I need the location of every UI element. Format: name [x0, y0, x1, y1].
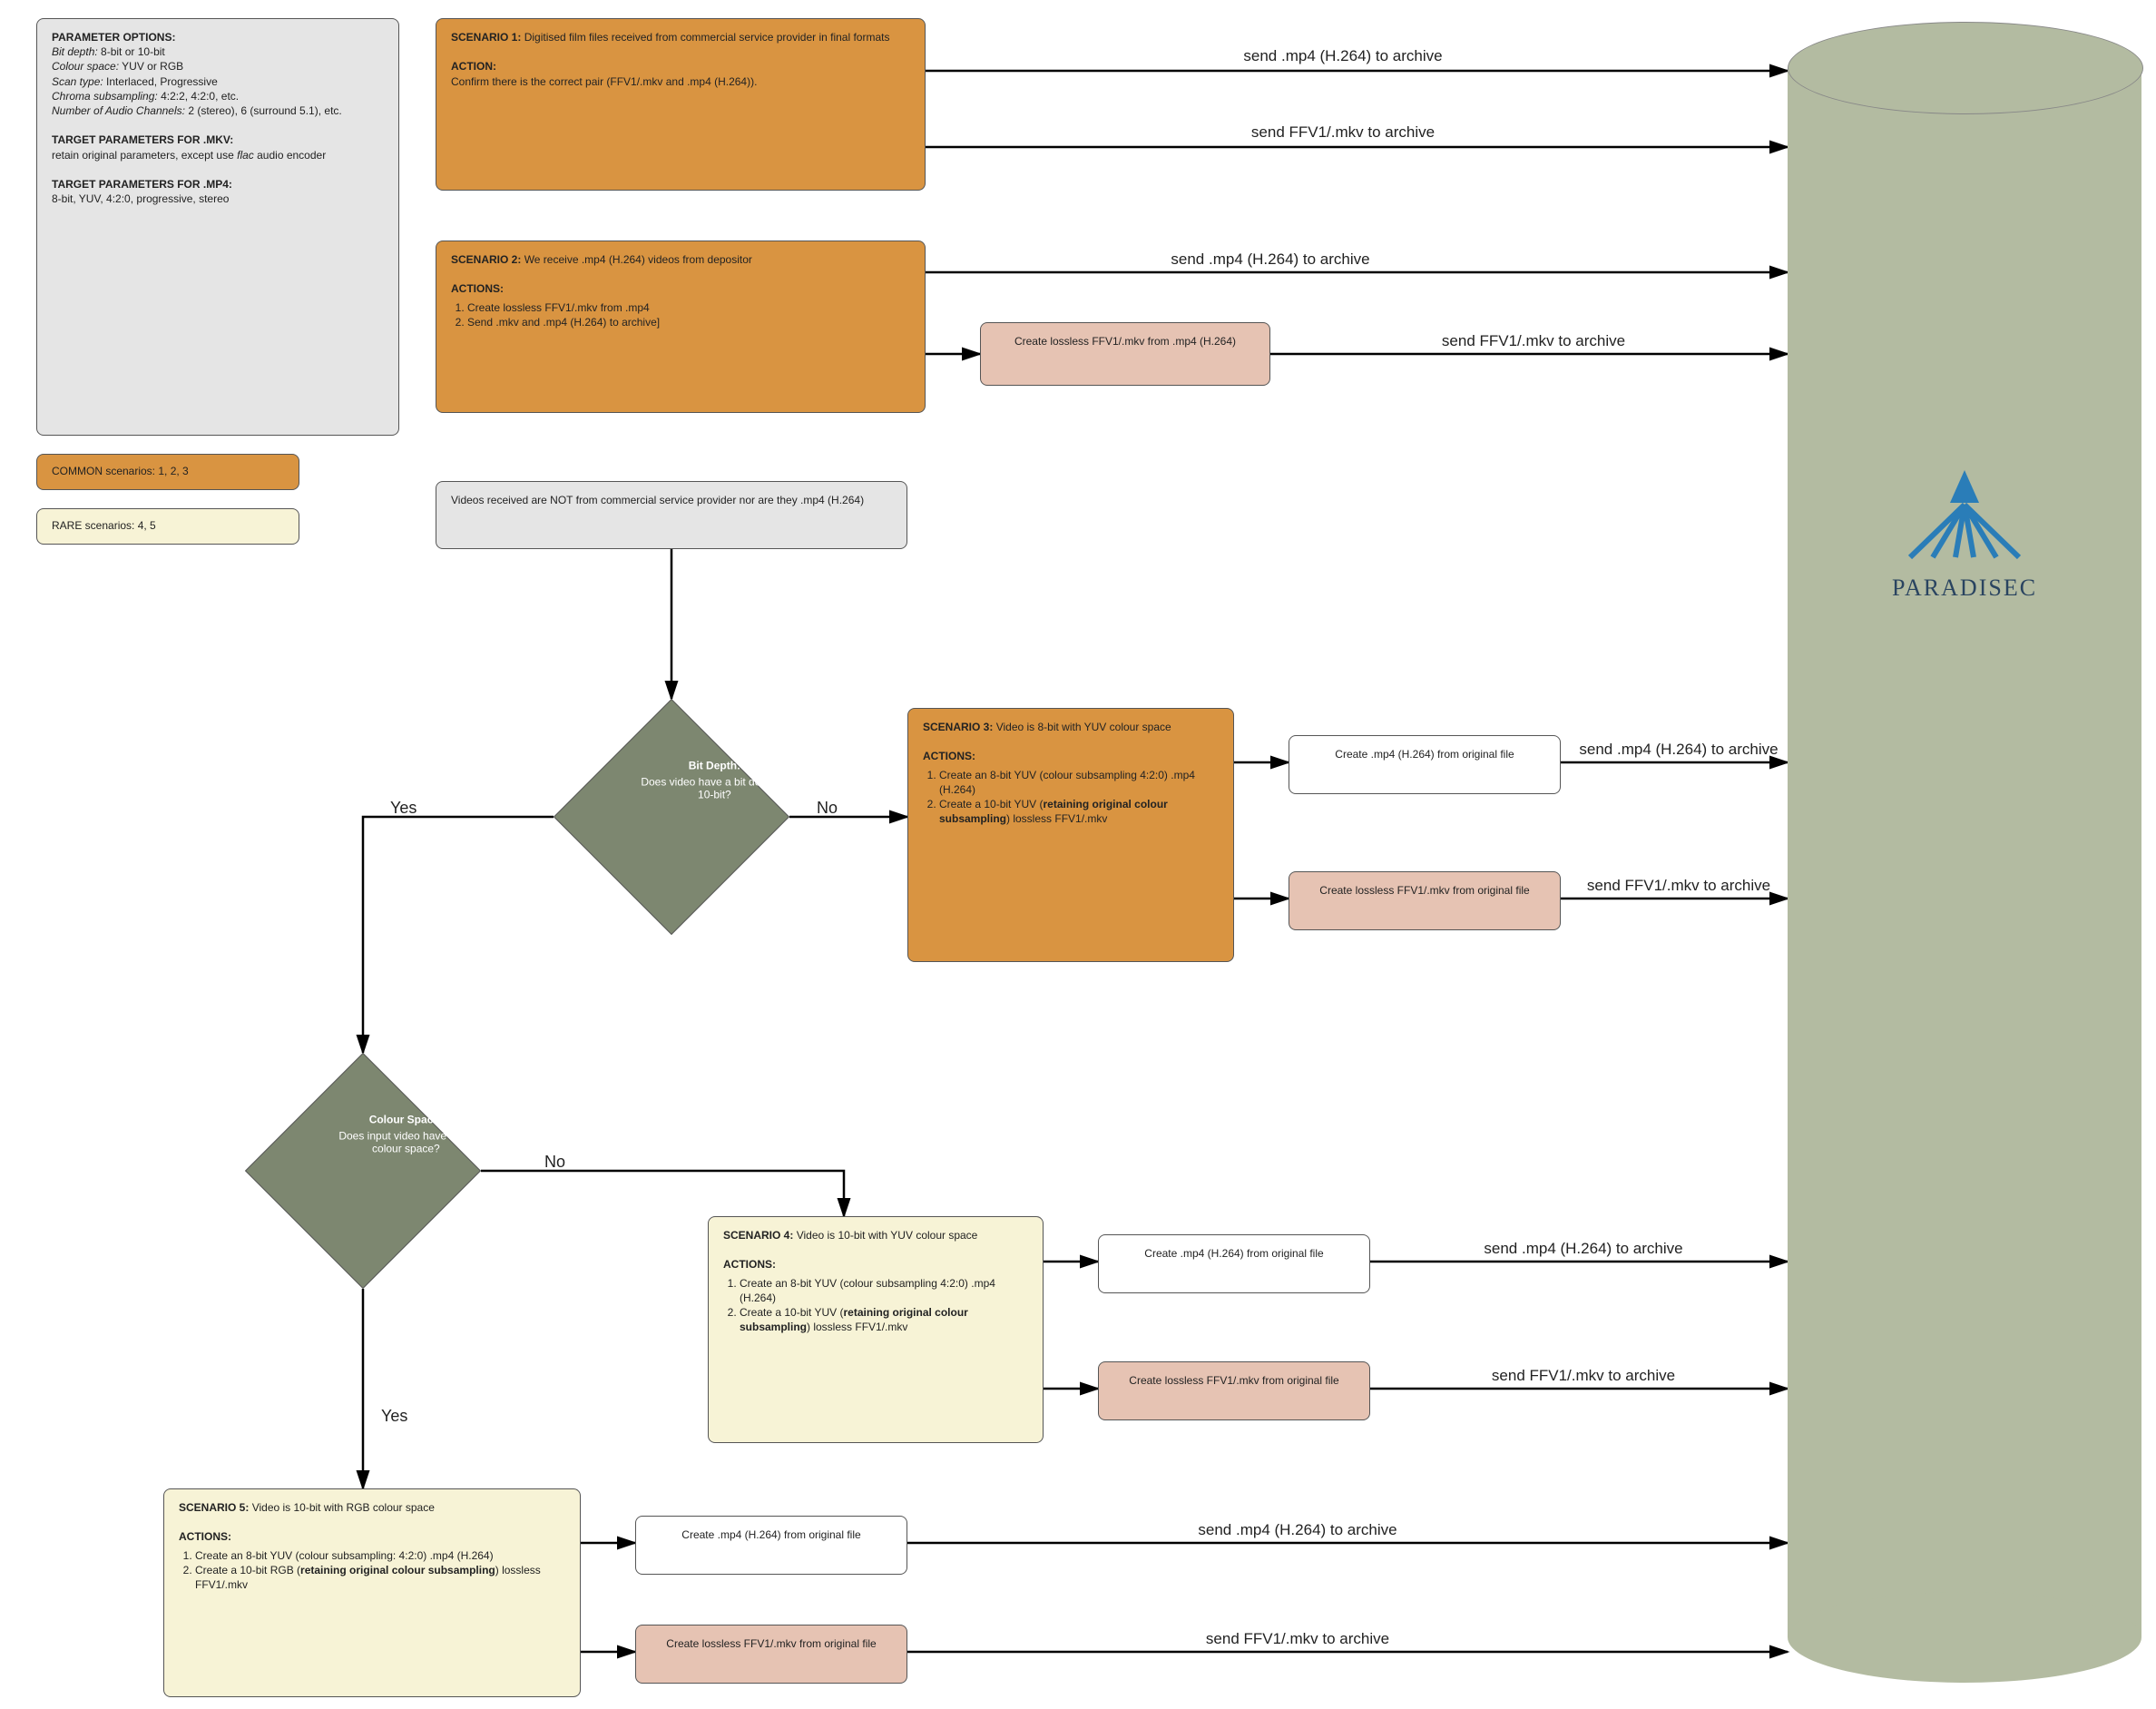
s2-out-mkv: send FFV1/.mkv to archive	[1325, 332, 1742, 350]
parameter-options-heading: PARAMETER OPTIONS:	[52, 30, 384, 44]
decision-colour-space-title: Colour Space:	[324, 1114, 487, 1126]
scenario-3-condition: Video is 8-bit with YUV colour space	[996, 721, 1171, 733]
target-mkv-heading: TARGET PARAMETERS FOR .MKV:	[52, 133, 384, 147]
opt-bitdepth-value: 8-bit or 10-bit	[101, 45, 165, 58]
legend-common: COMMON scenarios: 1, 2, 3	[36, 454, 299, 490]
opt-scantype-label: Scan type:	[52, 75, 103, 88]
scenario-2: SCENARIO 2: We receive .mp4 (H.264) vide…	[436, 241, 926, 413]
scenario-3: SCENARIO 3: Video is 8-bit with YUV colo…	[907, 708, 1234, 962]
scenario-3-substep-mp4: Create .mp4 (H.264) from original file	[1289, 735, 1561, 794]
scenario-1-title: SCENARIO 1:	[451, 31, 521, 44]
scenario-1-action-heading: ACTION:	[451, 59, 910, 74]
opt-scantype-value: Interlaced, Progressive	[106, 75, 218, 88]
scenario-5-action-heading: ACTIONS:	[179, 1529, 565, 1544]
scenario-4: SCENARIO 4: Video is 10-bit with YUV col…	[708, 1216, 1044, 1443]
scenario-2-action-2: Send .mkv and .mp4 (H.264) to archive]	[467, 315, 910, 329]
opt-audiochan-label: Number of Audio Channels:	[52, 104, 185, 117]
scenario-2-condition: We receive .mp4 (H.264) videos from depo…	[524, 253, 752, 266]
colour-space-yes-label: Yes	[381, 1407, 407, 1426]
s4-out-mkv: send FFV1/.mkv to archive	[1379, 1367, 1788, 1385]
scenario-4-action-2: Create a 10-bit YUV (retaining original …	[740, 1305, 1028, 1334]
scenario-2-title: SCENARIO 2:	[451, 253, 521, 266]
scenario-4-substep-mp4: Create .mp4 (H.264) from original file	[1098, 1234, 1370, 1293]
decision-bit-depth-title: Bit Depth:	[632, 760, 796, 772]
target-mkv-text: retain original parameters, except use f…	[52, 148, 384, 162]
opt-colourspace-label: Colour space:	[52, 60, 119, 73]
bit-depth-no-label: No	[817, 799, 838, 818]
scenario-4-action-heading: ACTIONS:	[723, 1257, 1028, 1272]
scenario-1-action-text: Confirm there is the correct pair (FFV1/…	[451, 74, 910, 89]
scenario-4-condition: Video is 10-bit with YUV colour space	[797, 1229, 978, 1242]
archive-cylinder: PARADISEC	[1788, 22, 2141, 1683]
s3-out-mkv: send FFV1/.mkv to archive	[1561, 877, 1797, 895]
opt-chroma-label: Chroma subsampling:	[52, 90, 158, 103]
scenario-3-title: SCENARIO 3:	[923, 721, 993, 733]
s5-out-mp4: send .mp4 (H.264) to archive	[980, 1521, 1615, 1539]
legend-rare: RARE scenarios: 4, 5	[36, 508, 299, 545]
scenario-5-action-2: Create a 10-bit RGB (retaining original …	[195, 1563, 565, 1592]
scenario-5: SCENARIO 5: Video is 10-bit with RGB col…	[163, 1488, 581, 1697]
scenario-3-substep-mkv: Create lossless FFV1/.mkv from original …	[1289, 871, 1561, 930]
start-node: Videos received are NOT from commercial …	[436, 481, 907, 549]
scenario-1: SCENARIO 1: Digitised film files receive…	[436, 18, 926, 191]
s4-out-mp4: send .mp4 (H.264) to archive	[1379, 1240, 1788, 1258]
scenario-2-substep: Create lossless FFV1/.mkv from .mp4 (H.2…	[980, 322, 1270, 386]
scenario-5-condition: Video is 10-bit with RGB colour space	[252, 1501, 435, 1514]
scenario-5-action-1: Create an 8-bit YUV (colour subsampling:…	[195, 1548, 565, 1563]
scenario-4-substep-mkv: Create lossless FFV1/.mkv from original …	[1098, 1361, 1370, 1420]
s1-out-mp4: send .mp4 (H.264) to archive	[1089, 47, 1597, 65]
decision-colour-space: Colour Space: Does input video have RGB …	[245, 1053, 481, 1289]
opt-chroma-value: 4:2:2, 4:2:0, etc.	[161, 90, 239, 103]
scenario-1-condition: Digitised film files received from comme…	[524, 31, 890, 44]
s5-out-mkv: send FFV1/.mkv to archive	[980, 1630, 1615, 1648]
scenario-2-action-heading: ACTIONS:	[451, 281, 910, 296]
target-mp4-text: 8-bit, YUV, 4:2:0, progressive, stereo	[52, 192, 384, 206]
colour-space-no-label: No	[544, 1153, 565, 1172]
decision-bit-depth-question: Does video have a bit depth of 10-bit?	[632, 776, 796, 801]
target-mp4-heading: TARGET PARAMETERS FOR .MP4:	[52, 177, 384, 192]
decision-colour-space-question: Does input video have RGB colour space?	[324, 1130, 487, 1155]
scenario-4-action-1: Create an 8-bit YUV (colour subsampling …	[740, 1276, 1028, 1305]
s1-out-mkv: send FFV1/.mkv to archive	[1089, 123, 1597, 142]
scenario-3-action-1: Create an 8-bit YUV (colour subsampling …	[939, 768, 1219, 797]
scenario-5-substep-mp4: Create .mp4 (H.264) from original file	[635, 1516, 907, 1575]
s3-out-mp4: send .mp4 (H.264) to archive	[1561, 741, 1797, 759]
archive-name: PARADISEC	[1788, 575, 2141, 602]
scenario-5-substep-mkv: Create lossless FFV1/.mkv from original …	[635, 1625, 907, 1684]
decision-bit-depth: Bit Depth: Does video have a bit depth o…	[554, 699, 789, 935]
opt-audiochan-value: 2 (stereo), 6 (surround 5.1), etc.	[188, 104, 341, 117]
paradisec-logo-icon	[1892, 467, 2037, 566]
scenario-3-action-2: Create a 10-bit YUV (retaining original …	[939, 797, 1219, 826]
opt-bitdepth-label: Bit depth:	[52, 45, 98, 58]
parameter-options-panel: PARAMETER OPTIONS: Bit depth: 8-bit or 1…	[36, 18, 399, 436]
bit-depth-yes-label: Yes	[390, 799, 416, 818]
s2-out-mp4: send .mp4 (H.264) to archive	[1016, 250, 1524, 269]
scenario-5-title: SCENARIO 5:	[179, 1501, 249, 1514]
scenario-3-action-heading: ACTIONS:	[923, 749, 1219, 763]
opt-colourspace-value: YUV or RGB	[122, 60, 183, 73]
scenario-2-action-1: Create lossless FFV1/.mkv from .mp4	[467, 300, 910, 315]
scenario-4-title: SCENARIO 4:	[723, 1229, 793, 1242]
